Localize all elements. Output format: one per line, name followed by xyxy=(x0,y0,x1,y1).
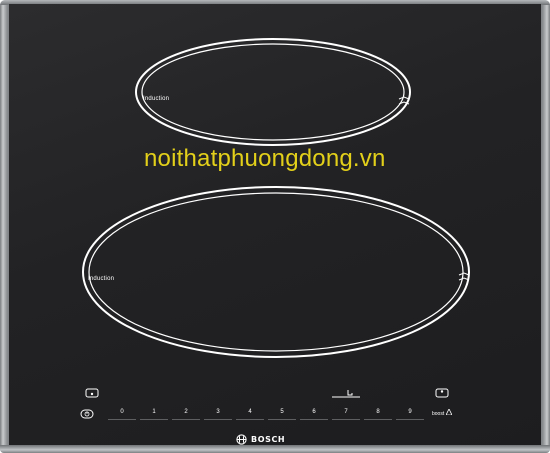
bosch-armature-icon xyxy=(236,433,247,445)
cooking-zones xyxy=(82,38,470,358)
boost-label: boost xyxy=(432,411,445,417)
power-level-9[interactable]: 9 xyxy=(396,405,424,420)
watermark: noithatphuongdong.vn xyxy=(144,145,386,172)
power-level-2[interactable]: 2 xyxy=(172,405,200,420)
small-cooking-zone xyxy=(135,38,411,146)
zone-select-icon[interactable] xyxy=(85,388,99,400)
boost-button[interactable]: boost xyxy=(432,408,453,418)
brand-name: BOSCH xyxy=(251,434,286,444)
power-level-8[interactable]: 8 xyxy=(364,405,392,420)
zone-marker-icon xyxy=(458,272,470,281)
cooktop: Induction Induction noithatphuongdong.vn… xyxy=(0,0,550,453)
power-level-5[interactable]: 5 xyxy=(268,405,296,420)
zone-select-icon[interactable] xyxy=(435,388,449,400)
brand-logo: BOSCH xyxy=(236,433,285,445)
power-level-1[interactable]: 1 xyxy=(140,405,168,420)
zone-label-small: Induction xyxy=(143,96,170,102)
power-level-4[interactable]: 4 xyxy=(236,405,264,420)
boost-icon xyxy=(444,408,453,416)
power-level-3[interactable]: 3 xyxy=(204,405,232,420)
power-level-0[interactable]: 0 xyxy=(108,405,136,420)
power-level-7[interactable]: 7 xyxy=(332,405,360,420)
timer-icon[interactable] xyxy=(331,388,361,400)
power-level-scale: 0 1 2 3 4 5 6 7 8 9 xyxy=(70,405,466,420)
large-cooking-zone xyxy=(82,186,470,358)
zone-label-large: Induction xyxy=(88,276,115,282)
power-level-6[interactable]: 6 xyxy=(300,405,328,420)
